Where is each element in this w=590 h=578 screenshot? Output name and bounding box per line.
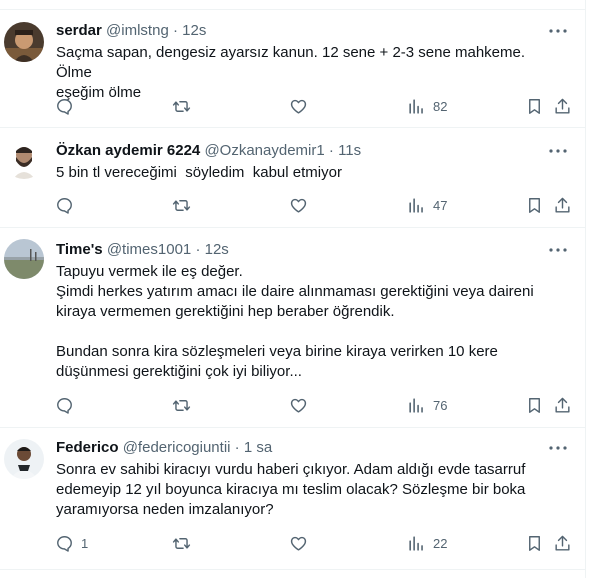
retweet-icon (172, 537, 191, 549)
heart-icon (290, 398, 307, 413)
bookmark-button[interactable] (525, 95, 544, 117)
separator-dot: · (172, 22, 178, 39)
tweet-actions: 82 (55, 95, 572, 117)
share-button[interactable] (553, 95, 572, 117)
share-button[interactable] (553, 394, 572, 416)
tweet-actions: 76 (55, 394, 572, 416)
tweet[interactable]: Federico @federicogiuntii · 1 sa Sonra e… (0, 427, 585, 570)
like-button[interactable] (289, 95, 315, 117)
display-name[interactable]: Time's (56, 241, 103, 258)
more-options-icon[interactable] (545, 240, 571, 260)
reply-icon (57, 98, 72, 115)
like-button[interactable] (289, 194, 315, 216)
more-options-icon[interactable] (545, 141, 571, 161)
heart-icon (290, 99, 307, 114)
view-count: 47 (433, 197, 448, 213)
tweet-header: Time's @times1001 · 12s (56, 240, 545, 260)
bar-chart-icon (409, 98, 423, 114)
reply-button[interactable] (55, 194, 81, 216)
tweet-header: Özkan aydemir 6224 @Ozkanaydemir1 · 11s (56, 141, 545, 161)
tweet[interactable]: serdar @imlstng · 12s Saçma sapan, denge… (0, 10, 585, 128)
tweet-text: Tapuyu vermek ile eş değer. Şimdi herkes… (56, 263, 534, 380)
reply-button[interactable] (55, 95, 81, 117)
bookmark-button[interactable] (525, 532, 544, 554)
bar-chart-icon (409, 197, 423, 213)
views-button[interactable]: 82 (407, 95, 447, 117)
like-button[interactable] (289, 394, 315, 416)
tweet[interactable]: Özkan aydemir 6224 @Ozkanaydemir1 · 11s … (0, 127, 585, 228)
tweet-text: 5 bin tl vereceğimi söyledim kabul etmiy… (56, 164, 342, 181)
share-icon (555, 535, 570, 551)
heart-icon (290, 536, 307, 551)
more-options-icon[interactable] (545, 21, 571, 41)
tweet-header: serdar @imlstng · 12s (56, 21, 545, 41)
share-icon (555, 397, 570, 413)
reply-icon (57, 397, 72, 414)
display-name[interactable]: serdar (56, 22, 102, 39)
display-name[interactable]: Özkan aydemir 6224 (56, 142, 200, 159)
views-button[interactable]: 76 (407, 394, 447, 416)
user-handle[interactable]: @Ozkanaydemir1 (204, 142, 324, 159)
retweet-icon (172, 399, 191, 411)
retweet-icon (172, 199, 191, 211)
avatar[interactable] (4, 22, 44, 62)
reply-button[interactable]: 1 (55, 532, 88, 554)
more-options-icon[interactable] (545, 438, 571, 458)
reply-icon (57, 197, 72, 214)
reply-button[interactable] (55, 394, 81, 416)
user-handle[interactable]: @federicogiuntii (123, 439, 231, 456)
bookmark-icon (529, 397, 540, 413)
share-button[interactable] (553, 532, 572, 554)
retweet-button[interactable] (172, 532, 198, 554)
tweet[interactable]: Time's @times1001 · 12s Tapuyu vermek il… (0, 227, 585, 428)
tweet-header: Federico @federicogiuntii · 1 sa (56, 438, 545, 458)
retweet-icon (172, 100, 191, 112)
avatar[interactable] (4, 239, 44, 279)
views-button[interactable]: 47 (407, 194, 447, 216)
view-count: 76 (433, 397, 448, 413)
reply-count: 1 (81, 535, 89, 551)
reply-icon (57, 535, 72, 552)
view-count: 82 (433, 98, 448, 114)
avatar[interactable] (4, 139, 44, 179)
timestamp[interactable]: 12s (205, 241, 229, 258)
separator-dot: · (195, 241, 201, 258)
share-button[interactable] (553, 194, 572, 216)
bar-chart-icon (409, 397, 423, 413)
bookmark-button[interactable] (525, 394, 544, 416)
tweet-text: Sonra ev sahibi kiracıyı vurdu haberi çı… (56, 461, 526, 518)
timeline-feed: serdar @imlstng · 12s Saçma sapan, denge… (0, 0, 586, 578)
bookmark-icon (529, 197, 540, 213)
separator-dot: · (328, 142, 334, 159)
timestamp[interactable]: 12s (182, 22, 206, 39)
tweet-actions: 47 (55, 194, 572, 216)
tweet-text: Saçma sapan, dengesiz ayarsız kanun. 12 … (56, 44, 526, 101)
retweet-button[interactable] (172, 394, 198, 416)
tweet-actions: 1 22 (55, 532, 572, 554)
display-name[interactable]: Federico (56, 439, 119, 456)
bookmark-button[interactable] (525, 194, 544, 216)
share-icon (555, 197, 570, 213)
bookmark-icon (529, 98, 540, 114)
user-handle[interactable]: @times1001 (107, 241, 191, 258)
retweet-button[interactable] (172, 95, 198, 117)
share-icon (555, 98, 570, 114)
bookmark-icon (529, 535, 540, 551)
user-handle[interactable]: @imlstng (106, 22, 169, 39)
like-button[interactable] (289, 532, 315, 554)
separator-dot: · (234, 439, 240, 456)
bar-chart-icon (409, 535, 423, 551)
avatar[interactable] (4, 439, 44, 479)
views-button[interactable]: 22 (407, 532, 447, 554)
heart-icon (290, 198, 307, 213)
timestamp[interactable]: 1 sa (244, 439, 272, 456)
view-count: 22 (433, 535, 448, 551)
timestamp[interactable]: 11s (338, 142, 361, 159)
retweet-button[interactable] (172, 194, 198, 216)
